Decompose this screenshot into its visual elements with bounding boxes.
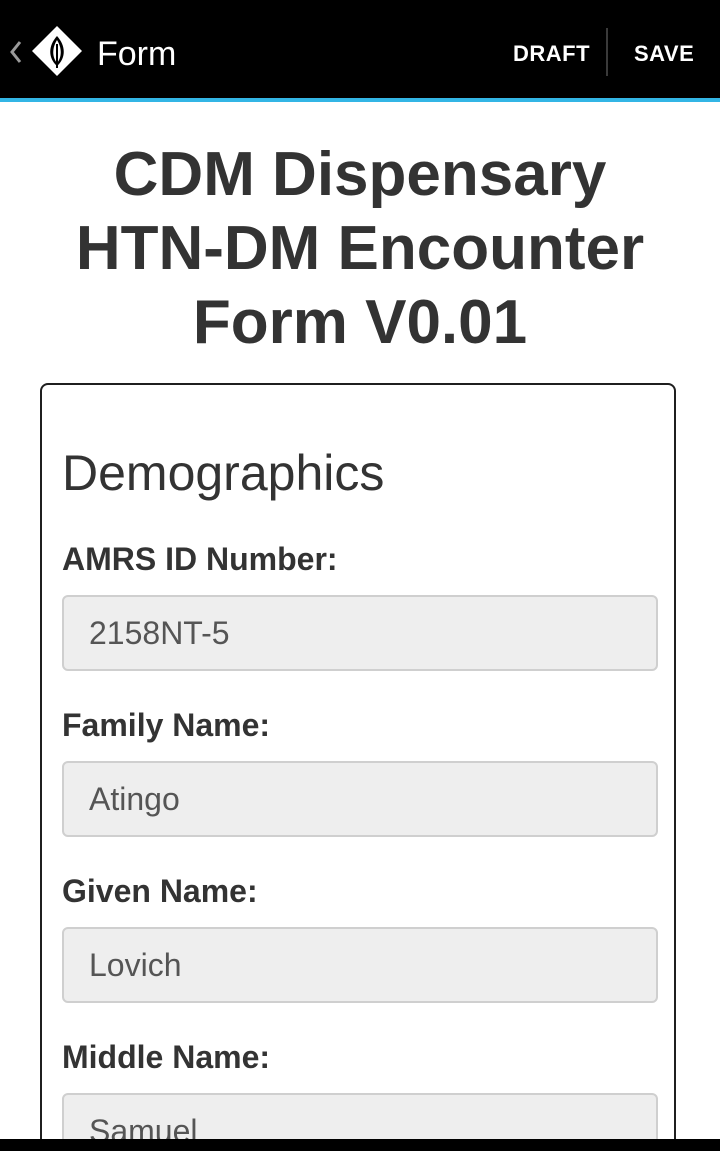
form-title: CDM Dispensary HTN-DM Encounter Form V0.… [0,138,720,360]
family-name-input[interactable] [62,761,658,837]
save-button[interactable]: SAVE [634,30,694,78]
given-name-input[interactable] [62,927,658,1003]
leaf-diamond-logo-icon[interactable] [30,24,84,78]
action-bar-accent-line [0,98,720,102]
form-title-line-1: CDM Dispensary [113,140,607,209]
draft-button[interactable]: DRAFT [513,30,590,78]
given-name-label: Given Name: [62,873,258,909]
app-title: Form [97,35,177,73]
amrs-id-input[interactable] [62,595,658,671]
form-screen: Form DRAFT SAVE CDM Dispensary HTN-DM En… [0,0,720,1151]
system-navigation-bar [0,1139,720,1151]
form-title-line-3: Form V0.01 [192,288,528,357]
form-title-line-2: HTN-DM Encounter [75,214,645,283]
chevron-left-icon[interactable] [8,38,24,66]
action-bar: Form DRAFT SAVE [0,0,720,98]
section-title: Demographics [62,445,385,501]
middle-name-label: Middle Name: [62,1039,271,1075]
action-divider [606,28,608,76]
amrs-id-label: AMRS ID Number: [62,541,338,577]
family-name-label: Family Name: [62,707,271,743]
